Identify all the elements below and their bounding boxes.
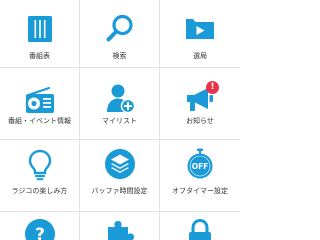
menu-item-off-timer-setting[interactable]: OFF オフタイマー設定 <box>160 140 240 212</box>
menu-item-label: 選局 <box>193 52 207 60</box>
menu-item-label: ラジコの楽しみ方 <box>11 187 68 195</box>
menu-item-program-guide[interactable]: 番組表 <box>0 0 80 68</box>
menu-item-label: マイリスト <box>102 117 137 125</box>
menu-item-notices[interactable]: ! お知らせ <box>160 68 240 140</box>
menu-item-buffer-time-setting[interactable]: バッファ時間設定 <box>80 140 160 212</box>
search-icon <box>104 12 136 44</box>
program-guide-icon <box>24 13 56 45</box>
menu-item-station-select[interactable]: 選局 <box>160 0 240 68</box>
my-list-icon <box>104 82 136 114</box>
menu-item-label: オフタイマー設定 <box>172 187 228 195</box>
menu-item-label: 番組表 <box>29 52 50 60</box>
menu-item-label: バッファ時間設定 <box>91 187 148 195</box>
buffer-layers-icon <box>104 148 136 180</box>
lightbulb-icon <box>24 149 56 181</box>
menu-item-search[interactable]: 検索 <box>80 0 160 68</box>
station-select-icon <box>184 12 216 44</box>
menu-item-lock[interactable] <box>160 212 240 240</box>
notice-badge: ! <box>206 81 219 94</box>
menu-item-help[interactable]: ? <box>0 212 80 240</box>
menu-item-label: 番組・イベント情報 <box>8 117 71 125</box>
menu-item-my-list[interactable]: マイリスト <box>80 68 160 140</box>
menu-item-program-event-info[interactable]: 番組・イベント情報 <box>0 68 80 140</box>
help-icon: ? <box>24 218 56 240</box>
menu-item-puzzle[interactable] <box>80 212 160 240</box>
radio-icon <box>24 85 56 117</box>
lock-icon <box>184 218 216 240</box>
menu-item-label: 検索 <box>112 52 127 60</box>
puzzle-icon <box>104 219 136 240</box>
menu-grid: 番組表 検索 選局 番組・イベント情報 マイリスト ! お知らせ ラジコの楽しみ… <box>0 0 240 240</box>
off-timer-icon: OFF <box>184 148 216 180</box>
off-timer-text: OFF <box>192 162 209 171</box>
help-icon-text: ? <box>35 225 45 240</box>
menu-item-label: お知らせ <box>186 117 214 125</box>
menu-item-how-to-enjoy[interactable]: ラジコの楽しみ方 <box>0 140 80 212</box>
